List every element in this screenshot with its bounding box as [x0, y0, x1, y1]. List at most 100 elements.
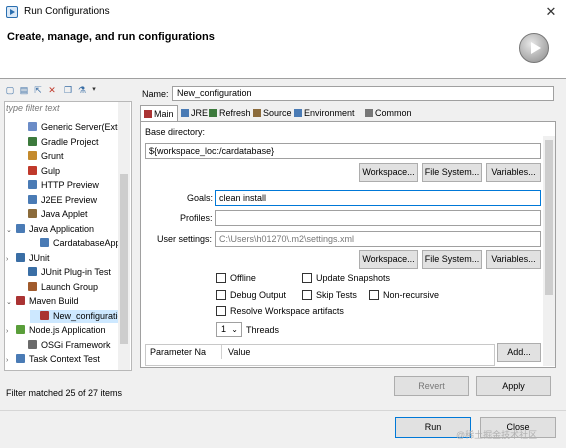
- config-toolbar: ▢ ▤ ⇱ ✕ ❐ ⚗ ▾: [4, 84, 130, 100]
- tree-item-label: Generic Server(Exte: [41, 122, 118, 132]
- checkbox-box[interactable]: [302, 273, 312, 283]
- non-recursive-label: Non-recursive: [383, 290, 440, 300]
- tab-icon: [253, 109, 261, 117]
- offline-checkbox[interactable]: Offline: [216, 272, 256, 284]
- param-name-header[interactable]: Parameter Na: [150, 347, 206, 357]
- threads-value: 1: [221, 324, 227, 334]
- expand-toggle-icon[interactable]: ›: [6, 354, 14, 367]
- tab-environment[interactable]: Environment: [291, 105, 362, 121]
- new-config-icon[interactable]: ▢: [4, 84, 16, 96]
- tree-item[interactable]: Java Applet: [18, 208, 88, 221]
- variables-button[interactable]: Variables...: [486, 163, 541, 182]
- delete-icon[interactable]: ✕: [46, 84, 58, 96]
- tab-icon: [144, 110, 152, 118]
- config-type-icon: [28, 122, 37, 131]
- run-banner-icon: [519, 33, 549, 63]
- file-system-button[interactable]: File System...: [422, 163, 482, 182]
- dropdown-icon[interactable]: ▾: [88, 84, 100, 96]
- checkbox-box[interactable]: [369, 290, 379, 300]
- tree-item-label: Java Applet: [41, 209, 88, 219]
- tree-item[interactable]: ⌄ Maven Build: [6, 295, 79, 308]
- chevron-down-icon: ⌄: [231, 325, 238, 334]
- config-type-icon: [16, 325, 25, 334]
- tree-item[interactable]: ⌄ Java Application: [6, 223, 94, 236]
- name-label: Name:: [142, 89, 169, 99]
- config-type-icon: [28, 165, 37, 175]
- param-value-header[interactable]: Value: [228, 347, 250, 357]
- tree-item[interactable]: Generic Server(Exte: [18, 121, 118, 134]
- tree-item[interactable]: Gradle Project: [18, 136, 99, 149]
- workspace-button[interactable]: Workspace...: [359, 163, 418, 182]
- tree-item[interactable]: CardatabaseApp: [30, 237, 118, 250]
- goals-field[interactable]: clean install: [215, 190, 541, 206]
- tab-label: Main: [154, 109, 174, 119]
- tree-item-label: Task Context Test: [29, 354, 100, 364]
- update-snapshots-checkbox[interactable]: Update Snapshots: [302, 272, 390, 284]
- goals-label: Goals:: [187, 193, 214, 203]
- tree-item[interactable]: Gulp: [18, 165, 60, 178]
- header-title: Create, manage, and run configurations: [7, 31, 215, 43]
- resolve-workspace-checkbox[interactable]: Resolve Workspace artifacts: [216, 305, 344, 317]
- filter-input[interactable]: type filter text: [6, 103, 116, 116]
- checkbox-box[interactable]: [216, 290, 226, 300]
- duplicate-icon[interactable]: ❐: [62, 84, 74, 96]
- tree-item[interactable]: J2EE Preview: [18, 194, 97, 207]
- tab-refresh[interactable]: Refresh: [206, 105, 251, 121]
- checkbox-box[interactable]: [216, 306, 226, 316]
- profiles-field[interactable]: [215, 210, 541, 226]
- base-directory-field[interactable]: ${workspace_loc:/cardatabase}: [145, 143, 541, 159]
- expand-toggle-icon[interactable]: ›: [6, 325, 14, 338]
- tab-source[interactable]: Source: [250, 105, 292, 121]
- apply-button[interactable]: Apply: [476, 376, 551, 396]
- expand-toggle-icon[interactable]: ⌄: [6, 224, 14, 237]
- scroll-thumb[interactable]: [120, 174, 128, 344]
- tree-scrollbar[interactable]: [118, 102, 130, 370]
- expand-toggle-icon[interactable]: ⌄: [6, 296, 14, 309]
- skip-tests-checkbox[interactable]: Skip Tests: [302, 289, 357, 301]
- tree-item-label: Grunt: [41, 151, 64, 161]
- filter-icon[interactable]: ⚗: [76, 84, 88, 96]
- add-parameter-button[interactable]: Add...: [497, 343, 541, 362]
- file-system-button-2[interactable]: File System...: [422, 250, 482, 269]
- expand-toggle-icon[interactable]: ›: [6, 253, 14, 266]
- export-icon[interactable]: ⇱: [32, 84, 44, 96]
- tree-item[interactable]: OSGi Framework: [18, 339, 111, 352]
- tree-item[interactable]: JUnit Plug-in Test: [18, 266, 111, 279]
- scroll-thumb[interactable]: [545, 140, 553, 295]
- user-settings-label: User settings:: [157, 234, 213, 244]
- user-settings-field[interactable]: C:\Users\h01270\.m2\settings.xml: [215, 231, 541, 247]
- checkbox-box[interactable]: [216, 273, 226, 283]
- debug-output-checkbox[interactable]: Debug Output: [216, 289, 286, 301]
- profiles-label: Profiles:: [180, 213, 213, 223]
- tab-icon: [294, 109, 302, 117]
- revert-button[interactable]: Revert: [394, 376, 469, 396]
- parameter-table[interactable]: Parameter Na Value: [145, 344, 495, 366]
- tree-item-label: CardatabaseApp: [53, 238, 118, 248]
- tree-item[interactable]: › JUnit: [6, 252, 50, 265]
- tab-icon: [181, 109, 189, 117]
- non-recursive-checkbox[interactable]: Non-recursive: [369, 289, 439, 301]
- main-scrollbar[interactable]: [543, 136, 555, 366]
- offline-label: Offline: [230, 273, 256, 283]
- tree-item[interactable]: HTTP Preview: [18, 179, 99, 192]
- checkbox-box[interactable]: [302, 290, 312, 300]
- threads-select[interactable]: 1 ⌄: [216, 322, 242, 337]
- tab-common[interactable]: Common: [362, 105, 412, 121]
- config-type-icon: [16, 296, 25, 305]
- config-type-icon: [28, 339, 37, 349]
- tab-main[interactable]: Main: [140, 105, 178, 121]
- config-type-icon: [28, 180, 37, 189]
- new-prototype-icon[interactable]: ▤: [18, 84, 30, 96]
- tree-item-label: HTTP Preview: [41, 180, 99, 190]
- tree-item[interactable]: Launch Group: [18, 281, 98, 294]
- close-icon[interactable]: ✕: [540, 2, 562, 22]
- tab-jre[interactable]: JRE: [178, 105, 208, 121]
- config-type-icon: [28, 267, 37, 276]
- tree-item[interactable]: › Node.js Application: [6, 324, 106, 337]
- workspace-button-2[interactable]: Workspace...: [359, 250, 418, 269]
- tree-item[interactable]: Grunt: [18, 150, 64, 163]
- tree-item[interactable]: › Task Context Test: [6, 353, 100, 366]
- name-field[interactable]: New_configuration: [172, 86, 554, 101]
- tree-item[interactable]: New_configuration: [30, 309, 118, 323]
- variables-button-2[interactable]: Variables...: [486, 250, 541, 269]
